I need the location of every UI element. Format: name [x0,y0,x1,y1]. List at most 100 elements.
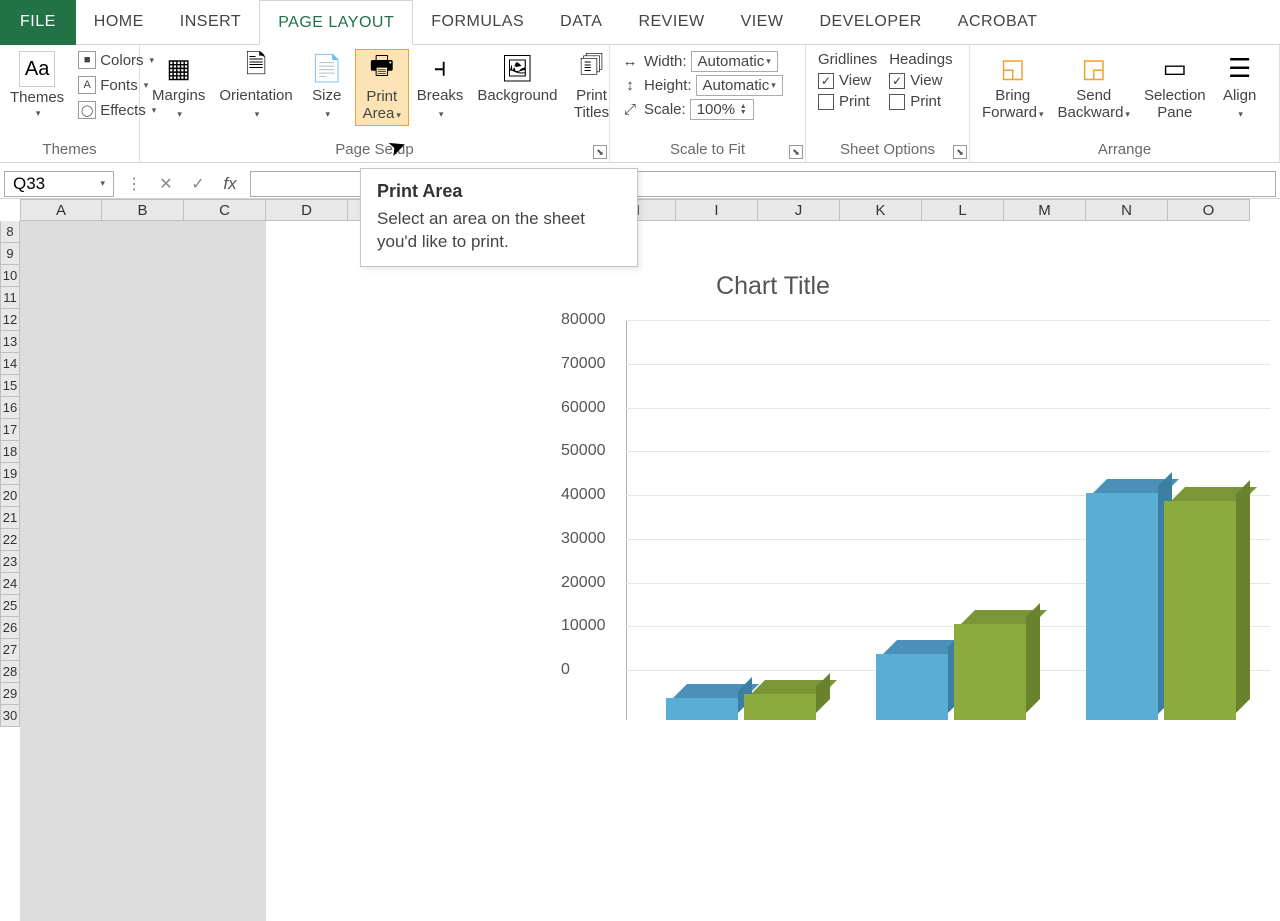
sheet-launcher[interactable]: ⬊ [953,145,967,159]
y-tick-label: 10000 [561,617,1212,635]
chart-title: Chart Title [266,262,1280,301]
checkbox-icon [818,94,834,110]
row-header[interactable]: 18 [0,441,20,463]
name-box[interactable]: Q33▾ [4,171,114,197]
row-header[interactable]: 14 [0,353,20,375]
selection-pane-button[interactable]: ▭ Selection Pane [1138,49,1212,124]
row-header[interactable]: 19 [0,463,20,485]
chevron-down-icon: ▾ [36,108,41,119]
print-area-icon: 🖶 [362,52,402,86]
tab-acrobat[interactable]: ACROBAT [940,0,1056,45]
row-header[interactable]: 21 [0,507,20,529]
spinner-icon[interactable]: ▲▼ [740,104,747,115]
align-icon: ☰ [1220,51,1260,85]
y-tick-label: 30000 [561,530,1212,548]
send-backward-icon: ◲ [1074,51,1114,85]
gridlines-print-checkbox[interactable]: Print [818,93,877,110]
selected-range [20,221,266,921]
tab-review[interactable]: REVIEW [620,0,722,45]
align-button[interactable]: ☰ Align▾ [1214,49,1266,124]
row-header[interactable]: 17 [0,419,20,441]
chevron-down-icon: ▾ [766,56,771,67]
page-setup-launcher[interactable]: ⬊ [593,145,607,159]
row-header[interactable]: 10 [0,265,20,287]
chevron-down-icon: ▾ [255,109,260,119]
row-header[interactable]: 29 [0,683,20,705]
background-button[interactable]: 🖼 Background [471,49,563,106]
group-label-scale: Scale to Fit [616,141,799,160]
column-header[interactable]: I [676,199,758,221]
headings-view-checkbox[interactable]: ✓View [889,72,952,89]
column-header[interactable]: L [922,199,1004,221]
y-tick-label: 50000 [561,442,1212,460]
column-header[interactable]: K [840,199,922,221]
column-header[interactable]: O [1168,199,1250,221]
column-header[interactable]: J [758,199,840,221]
row-header[interactable]: 23 [0,551,20,573]
tab-page-layout[interactable]: PAGE LAYOUT [259,0,413,45]
chart[interactable]: Chart Title 0100002000030000400005000060… [266,262,1280,720]
width-select[interactable]: Automatic▾ [691,51,778,72]
group-label-arrange: Arrange [976,141,1273,160]
row-header[interactable]: 12 [0,309,20,331]
column-header[interactable]: D [266,199,348,221]
column-header[interactable]: A [20,199,102,221]
headings-print-checkbox[interactable]: Print [889,93,952,110]
themes-button[interactable]: Aa Themes ▾ [6,49,68,121]
group-label-themes: Themes [6,141,133,160]
chevron-down-icon: ▾ [771,80,776,91]
row-header[interactable]: 25 [0,595,20,617]
row-header[interactable]: 8 [0,221,20,243]
row-header[interactable]: 30 [0,705,20,727]
column-header[interactable]: C [184,199,266,221]
y-tick-label: 20000 [561,574,1212,592]
row-header[interactable]: 15 [0,375,20,397]
print-area-button[interactable]: 🖶 Print Area▾ [355,49,409,126]
row-header[interactable]: 20 [0,485,20,507]
fx-button[interactable]: fx [218,172,242,196]
gridlines-view-checkbox[interactable]: ✓View [818,72,877,89]
column-header[interactable]: N [1086,199,1168,221]
colors-icon: ■ [78,51,96,69]
orientation-button[interactable]: 🗎 Orientation▾ [213,49,298,124]
scale-input[interactable]: 100%▲▼ [690,99,754,120]
margins-icon: ▦ [159,51,199,85]
row-header[interactable]: 16 [0,397,20,419]
tab-developer[interactable]: DEVELOPER [801,0,939,45]
y-tick-label: 60000 [561,399,1212,417]
chevron-down-icon: ▾ [1125,109,1130,119]
size-button[interactable]: 📄 Size▾ [301,49,353,124]
chevron-down-icon: ▾ [439,109,444,119]
y-tick-label: 40000 [561,486,1212,504]
row-header[interactable]: 27 [0,639,20,661]
tab-file[interactable]: FILE [0,0,76,45]
column-header[interactable]: B [102,199,184,221]
tab-insert[interactable]: INSERT [162,0,259,45]
enter-button[interactable]: ✓ [186,172,210,196]
row-header[interactable]: 28 [0,661,20,683]
tab-data[interactable]: DATA [542,0,620,45]
scale-launcher[interactable]: ⬊ [789,145,803,159]
height-select[interactable]: Automatic▾ [696,75,783,96]
bar [666,698,738,720]
size-icon: 📄 [307,51,347,85]
tab-view[interactable]: VIEW [723,0,802,45]
chevron-down-icon: ▾ [1238,109,1243,119]
tab-formulas[interactable]: FORMULAS [413,0,542,45]
row-header[interactable]: 22 [0,529,20,551]
row-header[interactable]: 24 [0,573,20,595]
row-header[interactable]: 9 [0,243,20,265]
margins-button[interactable]: ▦ Margins▾ [146,49,211,124]
tab-home[interactable]: HOME [76,0,162,45]
cancel-button[interactable]: ✕ [154,172,178,196]
chevron-down-icon: ▾ [396,110,401,120]
column-header[interactable]: M [1004,199,1086,221]
row-header[interactable]: 26 [0,617,20,639]
row-header[interactable]: 13 [0,331,20,353]
bring-forward-button[interactable]: ◱ Bring Forward▾ [976,49,1050,124]
row-header[interactable]: 11 [0,287,20,309]
dots-button[interactable]: ⋮ [122,172,146,196]
breaks-button[interactable]: ⫞ Breaks▾ [411,49,470,124]
selection-pane-icon: ▭ [1155,51,1195,85]
send-backward-button[interactable]: ◲ Send Backward▾ [1052,49,1136,124]
